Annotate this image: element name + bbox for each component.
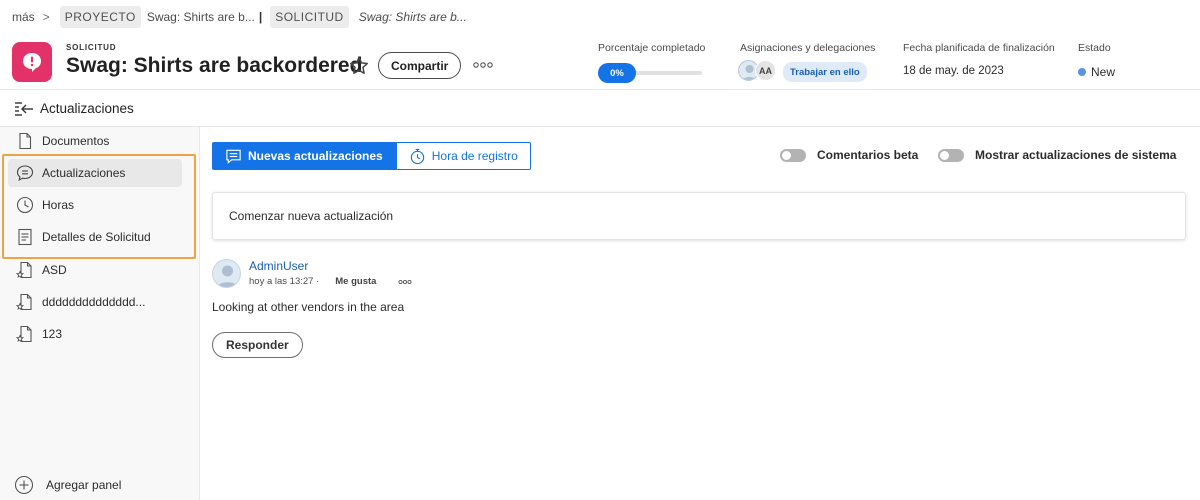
sidebar-item-asd[interactable]: ASD [8,256,182,284]
post-meta: hoy a las 13:27 · Me gusta [249,276,412,287]
assignee-initials-avatar[interactable]: AA [755,60,776,81]
sidebar-item-hours[interactable]: Horas [8,191,182,219]
system-updates-label: Mostrar actualizaciones de sistema [975,148,1177,162]
breadcrumb-project-link[interactable]: Swag: Shirts are b... [147,10,255,24]
status-dot-icon [1078,68,1086,76]
comment-icon [226,149,241,164]
post-author-avatar[interactable] [212,259,241,288]
system-updates-toggle-group: Mostrar actualizaciones de sistema [938,148,1176,162]
post-author-link[interactable]: AdminUser [249,259,308,273]
beta-comments-label: Comentarios beta [817,148,919,162]
project-chip: PROYECTO [59,6,141,28]
like-button[interactable]: Me gusta [335,276,376,287]
sidebar-item-label: Horas [42,198,75,212]
collapse-sidebar-icon[interactable] [14,101,34,117]
sidebar-item-label: ASD [42,263,67,277]
panel-title-bar: Actualizaciones [0,91,1200,127]
breadcrumb: más > PROYECTO Swag: Shirts are b... | S… [0,0,1200,34]
sidebar-item-label: dddddddddddddd... [42,295,146,309]
beta-comments-toggle[interactable] [780,148,806,162]
sidebar-item-request-details[interactable]: Detalles de Solicitud [8,223,182,251]
status-label: Estado [1078,42,1111,54]
new-update-input[interactable]: Comenzar nueva actualización [212,192,1186,240]
new-update-placeholder: Comenzar nueva actualización [229,209,394,223]
panel-title: Actualizaciones [40,101,134,116]
comment-icon [16,165,34,182]
progress-label: Porcentaje completado [598,42,706,54]
post-body: Looking at other vendors in the area [212,300,405,314]
document-icon [19,132,32,150]
progress-bar [630,71,702,75]
add-panel-button[interactable]: Agregar panel [14,475,121,495]
status-badge[interactable]: New [1078,65,1115,79]
post-more-options-icon[interactable] [398,279,412,285]
post-timestamp: hoy a las 13:27 · [249,276,320,287]
plus-circle-icon [14,475,34,495]
sidebar-item-updates[interactable]: Actualizaciones [8,159,182,187]
request-app-icon [12,42,52,82]
request-bubble-icon [23,53,41,72]
sidebar-item-custom-form[interactable]: dddddddddddddd... [8,288,182,316]
custom-form-icon [16,261,32,279]
breadcrumb-divider: | [258,10,263,24]
status-value: New [1091,65,1116,79]
sidebar-item-label: Actualizaciones [42,166,126,180]
request-chip: SOLICITUD [270,6,349,28]
sidebar-item-123[interactable]: 123 [8,320,182,348]
clock-icon [16,196,34,214]
assignments-label: Asignaciones y delegaciones [740,42,876,54]
tab-new-updates-label: Nuevas actualizaciones [248,149,383,163]
sidebar-item-label: 123 [42,327,63,341]
sidebar-item-label: Documentos [42,134,110,148]
custom-form-icon [16,325,32,343]
due-date-label: Fecha planificada de finalización [903,42,1055,54]
breadcrumb-more-link[interactable]: más [12,10,35,24]
sidebar-item-label: Detalles de Solicitud [42,230,151,244]
favorite-star-icon[interactable] [348,55,370,77]
page-title: Swag: Shirts are backordered [66,54,363,77]
object-type-label: SOLICITUD [66,43,117,52]
progress-percent-badge: 0% [598,63,636,83]
custom-form-icon [16,293,32,311]
breadcrumb-separator: > [42,10,50,24]
add-panel-label: Agregar panel [46,478,122,492]
tab-log-time[interactable]: Hora de registro [395,142,531,170]
system-updates-toggle[interactable] [938,148,964,162]
more-options-icon[interactable] [472,58,494,72]
update-mode-tabs: Nuevas actualizaciones Hora de registro [212,142,531,170]
breadcrumb-current-request: Swag: Shirts are b... [358,10,467,24]
stopwatch-icon [410,148,424,164]
reply-button[interactable]: Responder [212,332,303,358]
share-button[interactable]: Compartir [378,52,462,79]
beta-comments-toggle-group: Comentarios beta [780,148,918,162]
object-header: SOLICITUD Swag: Shirts are backordered C… [0,34,1200,90]
user-silhouette-icon [216,265,239,287]
due-date-value[interactable]: 18 de may. de 2023 [903,65,1004,77]
tab-new-updates[interactable]: Nuevas actualizaciones [212,142,396,170]
tab-log-time-label: Hora de registro [431,149,518,163]
work-on-it-button[interactable]: Trabajar en ello [783,62,867,82]
sidebar-item-documents[interactable]: Documentos [8,127,182,155]
sidebar: Documentos Actualizaciones Horas Detalle… [0,127,200,500]
details-icon [18,228,32,246]
